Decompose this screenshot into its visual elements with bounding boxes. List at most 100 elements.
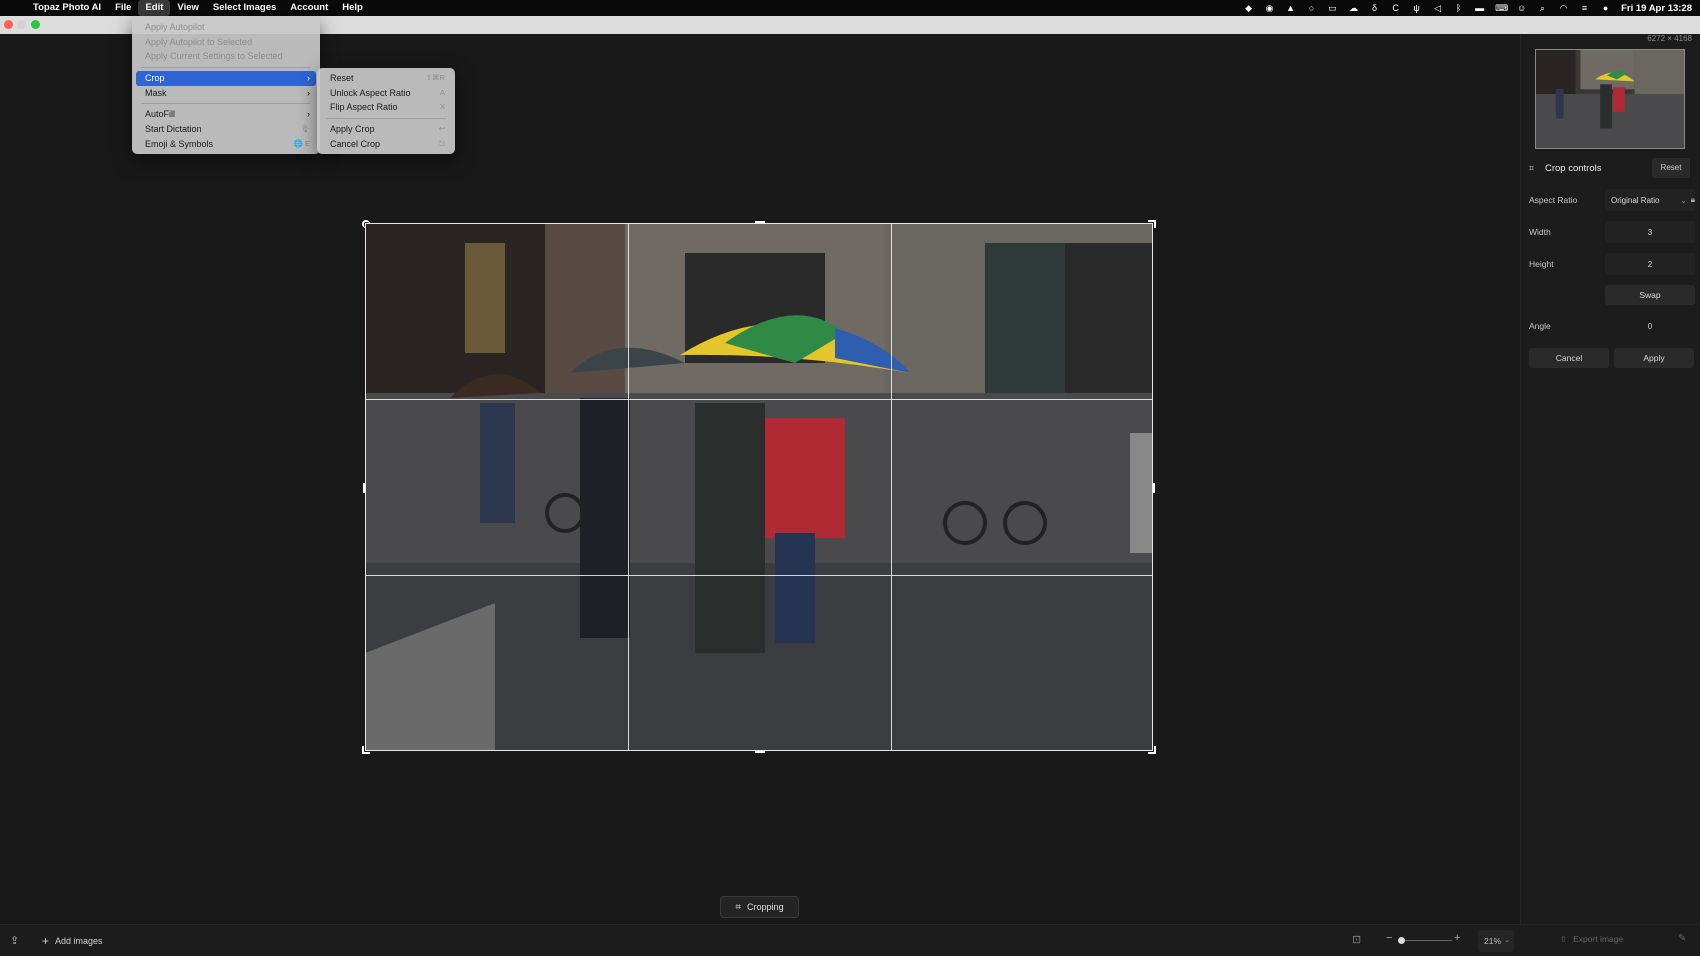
menu-item-label: Unlock Aspect Ratio bbox=[330, 87, 411, 98]
right-panel: 6272 × 4168 ⌗ Crop controls Reset Aspect… bbox=[1520, 34, 1700, 924]
cropping-mode-badge[interactable]: ⌗ Cropping bbox=[720, 896, 799, 918]
submenu-item-apply-crop[interactable]: Apply Crop ↩ bbox=[321, 122, 451, 137]
bluetooth-icon[interactable]: ᛒ bbox=[1453, 3, 1464, 13]
siri-icon[interactable]: ● bbox=[1600, 3, 1611, 13]
lock-icon[interactable]: 🔒︎ bbox=[1691, 195, 1695, 205]
aspect-ratio-row: Aspect Ratio Original Ratio ⌄ 🔒︎ bbox=[1529, 189, 1695, 211]
menu-help[interactable]: Help bbox=[335, 0, 370, 16]
image-resolution: 6272 × 4168 bbox=[1647, 34, 1692, 43]
menu-item-crop[interactable]: Crop › bbox=[136, 71, 316, 86]
control-center-icon[interactable]: ≡ bbox=[1579, 3, 1590, 13]
edit-icon[interactable]: ✎ bbox=[1678, 933, 1686, 944]
dropbox-icon[interactable]: ◆ bbox=[1243, 3, 1254, 13]
menu-select-images[interactable]: Select Images bbox=[206, 0, 283, 16]
status-area: ◆ ◉ ▲ ○ ▭ ☁ δ C ψ ◁ ᛒ ▬ ⌨ ☺ ⌕ ◠ ≡ ● Fri … bbox=[1243, 0, 1692, 16]
menu-item-label: Apply Autopilot to Selected bbox=[145, 36, 253, 47]
angle-label: Angle bbox=[1529, 321, 1551, 331]
menu-edit[interactable]: Edit bbox=[138, 0, 171, 16]
menu-separator bbox=[141, 67, 311, 69]
menu-item-label: Apply Crop bbox=[330, 124, 375, 135]
minimize-window-button[interactable] bbox=[17, 20, 26, 29]
crop-handle-left[interactable] bbox=[363, 483, 366, 493]
app-icon[interactable]: δ bbox=[1369, 3, 1380, 13]
crop-handle-bottom-right[interactable] bbox=[1148, 746, 1156, 754]
spotlight-icon[interactable]: ⌕ bbox=[1537, 3, 1548, 13]
image-thumbnail[interactable] bbox=[1535, 49, 1685, 149]
crop-handle-right[interactable] bbox=[1152, 483, 1155, 493]
edit-menu: Apply Autopilot Apply Autopilot to Selec… bbox=[132, 16, 320, 154]
fit-screen-icon[interactable]: ⊡ bbox=[1352, 933, 1361, 946]
menu-separator bbox=[141, 103, 311, 105]
submenu-item-unlock-aspect-ratio[interactable]: Unlock Aspect Ratio A bbox=[321, 86, 451, 101]
export-icon: ⇧ bbox=[1560, 934, 1568, 944]
crop-submenu: Reset ⇧⌘R Unlock Aspect Ratio A Flip Aspec… bbox=[317, 68, 455, 154]
apply-button[interactable]: Apply bbox=[1614, 348, 1694, 368]
export-image-button[interactable]: ⇧ Export image bbox=[1560, 934, 1623, 945]
chevron-right-icon: › bbox=[307, 87, 310, 98]
crop-handle-bottom-left[interactable] bbox=[362, 746, 370, 754]
menu-view[interactable]: View bbox=[170, 0, 205, 16]
menu-item-label: Mask bbox=[145, 87, 167, 98]
angle-input[interactable]: 0 bbox=[1605, 315, 1695, 337]
display-icon[interactable]: ▭ bbox=[1327, 3, 1338, 13]
zoom-slider-knob[interactable] bbox=[1398, 937, 1405, 944]
thumbnail-photo bbox=[1536, 50, 1684, 148]
close-window-button[interactable] bbox=[4, 20, 13, 29]
reset-button[interactable]: Reset bbox=[1652, 158, 1690, 178]
width-row: Width 3 bbox=[1529, 221, 1695, 243]
menu-item-label: Emoji & Symbols bbox=[145, 138, 214, 149]
menu-item-start-dictation[interactable]: Start Dictation 🎙 bbox=[136, 122, 316, 137]
sync-icon[interactable]: C bbox=[1390, 3, 1401, 13]
menu-item-label: Start Dictation bbox=[145, 124, 202, 135]
maximize-window-button[interactable] bbox=[31, 20, 40, 29]
height-row: Height 2 bbox=[1529, 253, 1695, 275]
menu-app-name[interactable]: Topaz Photo AI bbox=[26, 0, 108, 16]
wifi-icon[interactable]: ◠ bbox=[1558, 3, 1569, 13]
cloud-icon[interactable]: ☁ bbox=[1348, 3, 1359, 13]
cropping-label: Cropping bbox=[747, 902, 784, 912]
microphone-icon: 🎙 bbox=[300, 124, 310, 134]
menu-account[interactable]: Account bbox=[283, 0, 335, 16]
submenu-item-reset[interactable]: Reset ⇧⌘R bbox=[321, 71, 451, 86]
crop-icon: ⌗ bbox=[735, 901, 742, 913]
onepassword-icon[interactable]: ◉ bbox=[1264, 3, 1275, 13]
crop-handle-top[interactable] bbox=[755, 221, 765, 224]
vlc-icon[interactable]: ▲ bbox=[1285, 3, 1296, 13]
crop-grid-line bbox=[366, 575, 1152, 576]
menu-shortcut: A bbox=[439, 87, 445, 97]
width-input[interactable]: 3 bbox=[1605, 221, 1695, 243]
user-icon[interactable]: ☺ bbox=[1516, 3, 1527, 13]
crop-handle-top-left[interactable] bbox=[362, 220, 370, 228]
menu-item-label: Flip Aspect Ratio bbox=[330, 102, 398, 113]
usb-icon[interactable]: ψ bbox=[1411, 3, 1422, 13]
menu-item-autofill[interactable]: AutoFill › bbox=[136, 107, 316, 122]
zoom-select[interactable]: 21% ⌄ bbox=[1478, 930, 1514, 952]
menu-item-apply-autopilot: Apply Autopilot bbox=[136, 20, 316, 35]
menu-item-label: AutoFill bbox=[145, 109, 176, 120]
export-label: Export image bbox=[1573, 934, 1624, 944]
crop-grid-line bbox=[628, 224, 629, 750]
aspect-ratio-select[interactable]: Original Ratio ⌄ bbox=[1605, 189, 1695, 211]
crop-handle-bottom[interactable] bbox=[755, 750, 765, 753]
submenu-item-flip-aspect-ratio[interactable]: Flip Aspect Ratio X bbox=[321, 100, 451, 115]
cancel-button[interactable]: Cancel bbox=[1529, 348, 1609, 368]
aspect-ratio-label: Aspect Ratio bbox=[1529, 195, 1578, 205]
keyboard-icon[interactable]: ⌨ bbox=[1495, 3, 1508, 13]
crop-frame[interactable] bbox=[362, 220, 1156, 754]
clock[interactable]: Fri 19 Apr 13:28 bbox=[1621, 3, 1692, 14]
height-input[interactable]: 2 bbox=[1605, 253, 1695, 275]
upload-icon[interactable]: ⇪ bbox=[10, 934, 19, 947]
crop-handle-top-right[interactable] bbox=[1148, 220, 1156, 228]
menu-file[interactable]: File bbox=[108, 0, 138, 16]
add-images-button[interactable]: + Add images bbox=[42, 934, 103, 948]
menu-item-emoji-symbols[interactable]: Emoji & Symbols 🌐 E bbox=[136, 137, 316, 152]
swap-button[interactable]: Swap bbox=[1605, 285, 1695, 305]
volume-icon[interactable]: ◁ bbox=[1432, 3, 1443, 13]
menu-item-mask[interactable]: Mask › bbox=[136, 86, 316, 101]
zoom-out-icon[interactable]: − bbox=[1386, 932, 1392, 944]
zoom-slider[interactable] bbox=[1398, 940, 1452, 941]
battery-icon[interactable]: ▬ bbox=[1474, 3, 1485, 13]
zoom-in-icon[interactable]: + bbox=[1454, 932, 1460, 944]
circle-icon[interactable]: ○ bbox=[1306, 3, 1317, 13]
submenu-item-cancel-crop[interactable]: Cancel Crop ⎋ bbox=[321, 137, 451, 152]
